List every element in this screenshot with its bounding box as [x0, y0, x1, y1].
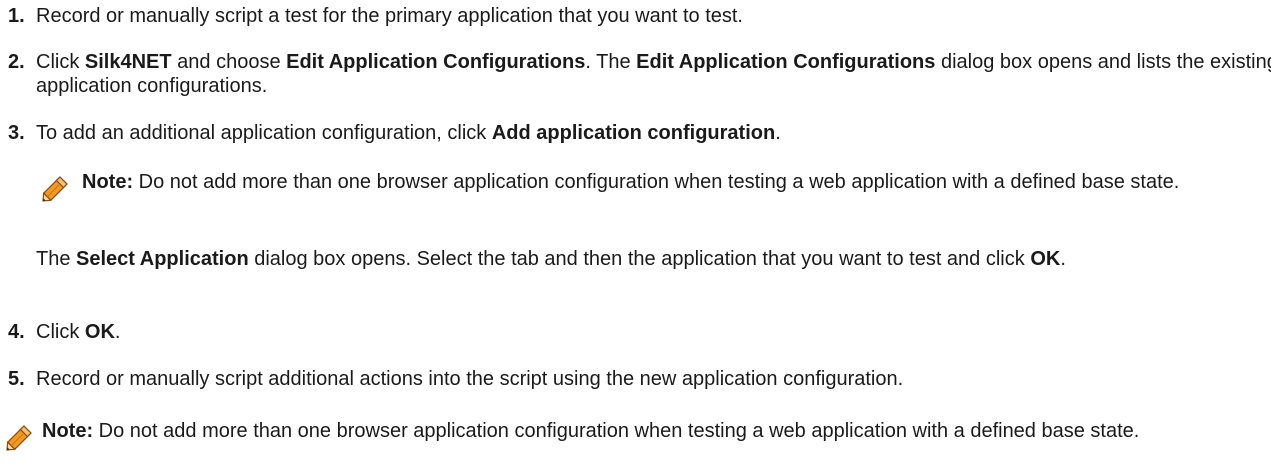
step-3-follow: The Select Application dialog box opens.… — [36, 247, 1262, 271]
step-number: 3. — [8, 122, 25, 144]
step-3-note: Note: Do not add more than one browser a… — [38, 170, 1268, 202]
note-label: Note: — [42, 420, 94, 442]
ui-term: OK — [84, 321, 115, 343]
step-5: 5. Record or manually script additional … — [0, 367, 1271, 391]
ui-term: Add application configuration — [491, 122, 776, 144]
step-text: Click Silk4NET and choose Edit Applicati… — [36, 51, 1271, 97]
ui-term: Select Application — [76, 248, 249, 270]
pencil-icon — [42, 176, 68, 202]
note-label: Note: — [82, 171, 134, 193]
ui-term: Edit Application Configurations — [636, 51, 936, 73]
step-2: 2. Click Silk4NET and choose Edit Applic… — [0, 50, 1271, 98]
note-text: Note: Do not add more than one browser a… — [42, 420, 1140, 442]
pencil-icon — [6, 425, 32, 451]
step-1: 1. Record or manually script a test for … — [0, 4, 1271, 28]
step-number: 1. — [8, 5, 25, 27]
step-3: 3. To add an additional application conf… — [0, 121, 1271, 145]
ui-term: Edit Application Configurations — [286, 51, 586, 73]
step-text: Record or manually script a test for the… — [36, 5, 743, 27]
step-number: 2. — [8, 51, 25, 73]
step-4: 4. Click OK. — [0, 320, 1271, 344]
ui-term: Silk4NET — [84, 51, 172, 73]
step-text: Record or manually script additional act… — [36, 368, 904, 390]
step-text: The Select Application dialog box opens.… — [36, 248, 1066, 270]
bottom-note: Note: Do not add more than one browser a… — [2, 419, 1262, 451]
note-text: Note: Do not add more than one browser a… — [82, 171, 1180, 193]
step-number: 4. — [8, 321, 25, 343]
ui-term: OK — [1030, 248, 1061, 270]
step-number: 5. — [8, 368, 25, 390]
step-text: Click OK. — [36, 321, 121, 343]
step-text: To add an additional application configu… — [36, 122, 781, 144]
